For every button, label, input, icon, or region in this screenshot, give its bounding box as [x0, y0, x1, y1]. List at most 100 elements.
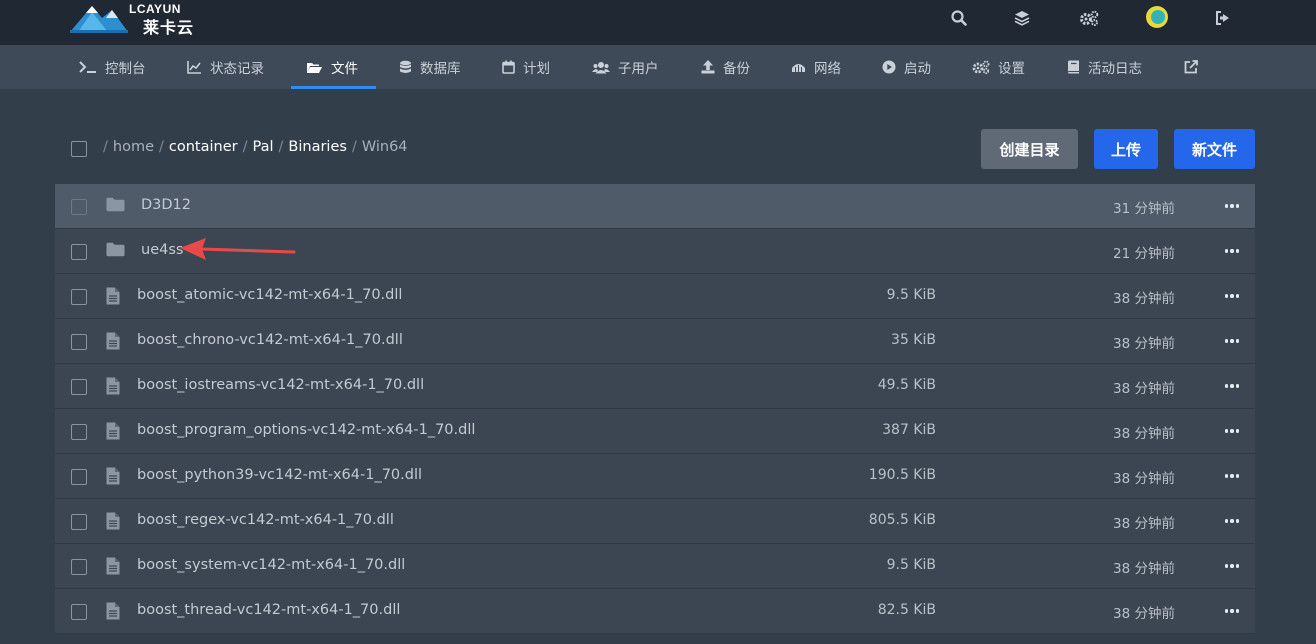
nav-item-subusers[interactable]: 子用户	[592, 45, 659, 89]
more-options-icon[interactable]	[1223, 602, 1241, 620]
upload-button[interactable]: 上传	[1094, 129, 1158, 169]
file-name[interactable]: boost_iostreams-vc142-mt-x64-1_70.dll	[137, 377, 424, 393]
modified-time: 38 分钟前	[1113, 426, 1175, 442]
file-name[interactable]: boost_program_options-vc142-mt-x64-1_70.…	[137, 422, 475, 438]
file-row[interactable]: boost_iostreams-vc142-mt-x64-1_70.dll 49.…	[55, 364, 1255, 409]
file-name[interactable]: boost_thread-vc142-mt-x64-1_70.dll	[137, 602, 400, 618]
nav-item-label: 活动日志	[1088, 61, 1142, 77]
nav-item-startup[interactable]: 启动	[882, 45, 931, 89]
nav-item-settings[interactable]: 设置	[972, 45, 1025, 89]
file-name[interactable]: boost_atomic-vc142-mt-x64-1_70.dll	[137, 287, 402, 303]
row-checkbox[interactable]	[71, 469, 87, 485]
row-checkbox[interactable]	[71, 379, 87, 395]
more-options-icon[interactable]	[1223, 512, 1241, 530]
file-row[interactable]: boost_system-vc142-mt-x64-1_70.dll 9.5 Ki…	[55, 544, 1255, 589]
nav-item-label: 状态记录	[210, 61, 264, 77]
more-options-icon[interactable]	[1223, 242, 1241, 260]
nav-item-schedule[interactable]: 计划	[502, 45, 550, 89]
cogs-icon[interactable]	[1078, 7, 1100, 29]
modified-time: 38 分钟前	[1113, 516, 1175, 532]
nav-item-activity-log[interactable]: 活动日志	[1067, 45, 1142, 89]
nav-item-database[interactable]: 数据库	[399, 45, 461, 89]
folder-open-icon	[307, 62, 322, 73]
file-icon	[106, 467, 120, 489]
layers-icon[interactable]	[1011, 7, 1033, 29]
file-size: 387 KiB	[882, 422, 936, 438]
file-row[interactable]: boost_chrono-vc142-mt-x64-1_70.dll 35 KiB…	[55, 319, 1255, 364]
more-options-icon[interactable]	[1223, 377, 1241, 395]
row-checkbox[interactable]	[71, 604, 87, 620]
users-icon	[592, 61, 610, 73]
modified-time: 38 分钟前	[1113, 381, 1175, 397]
more-options-icon[interactable]	[1223, 467, 1241, 485]
file-icon	[106, 557, 120, 579]
more-options-icon[interactable]	[1223, 422, 1241, 440]
modified-time: 31 分钟前	[1113, 201, 1175, 217]
file-row[interactable]: boost_python39-vc142-mt-x64-1_70.dll 190.…	[55, 454, 1255, 499]
folder-icon	[106, 242, 125, 261]
breadcrumb-segment-container[interactable]: container	[169, 139, 238, 155]
nav-item-status[interactable]: 状态记录	[187, 45, 264, 89]
file-name[interactable]: boost_system-vc142-mt-x64-1_70.dll	[137, 557, 405, 573]
modified-time: 38 分钟前	[1113, 471, 1175, 487]
breadcrumb: / home / container / Pal / Binaries / Win64	[103, 139, 408, 159]
breadcrumb-segment-home[interactable]: home	[113, 139, 154, 155]
file-size: 190.5 KiB	[868, 467, 936, 483]
more-options-icon[interactable]	[1223, 197, 1241, 215]
upload-icon	[701, 60, 715, 74]
nav-item-network[interactable]: 网络	[791, 45, 841, 89]
file-name[interactable]: boost_chrono-vc142-mt-x64-1_70.dll	[137, 332, 403, 348]
modified-time: 38 分钟前	[1113, 561, 1175, 577]
database-icon	[400, 60, 411, 73]
nav-item-external-link[interactable]	[1184, 45, 1206, 89]
nav-item-label: 控制台	[105, 61, 146, 77]
row-checkbox[interactable]	[71, 199, 87, 215]
calendar-icon	[502, 60, 515, 74]
breadcrumb-segment-binaries[interactable]: Binaries	[288, 139, 347, 155]
row-checkbox[interactable]	[71, 559, 87, 575]
brand-logo[interactable]: LCAYUN 莱卡云	[68, 0, 208, 40]
file-name[interactable]: boost_regex-vc142-mt-x64-1_70.dll	[137, 512, 394, 528]
modified-time: 21 分钟前	[1113, 246, 1175, 262]
new-file-button[interactable]: 新文件	[1174, 129, 1255, 169]
sign-out-icon[interactable]	[1212, 7, 1234, 29]
search-icon[interactable]	[948, 7, 970, 29]
file-icon	[106, 377, 120, 399]
nav-item-console[interactable]: 控制台	[79, 45, 146, 89]
file-icon	[106, 422, 120, 444]
more-options-icon[interactable]	[1223, 287, 1241, 305]
create-directory-button[interactable]: 创建目录	[981, 129, 1078, 169]
modified-time: 38 分钟前	[1113, 606, 1175, 622]
play-circle-icon	[882, 60, 896, 74]
breadcrumb-segment-pal[interactable]: Pal	[253, 139, 274, 155]
file-icon	[106, 512, 120, 534]
logo-text-cn: 莱卡云	[143, 18, 195, 37]
nav-item-label: 数据库	[420, 61, 461, 77]
logo-mountain-icon	[70, 6, 128, 33]
nav-item-backup[interactable]: 备份	[701, 45, 750, 89]
more-options-icon[interactable]	[1223, 332, 1241, 350]
row-checkbox[interactable]	[71, 289, 87, 305]
nav-item-label: 文件	[331, 61, 358, 77]
row-checkbox[interactable]	[71, 334, 87, 350]
network-icon	[792, 64, 805, 72]
select-all-checkbox[interactable]	[71, 141, 87, 157]
file-name[interactable]: boost_python39-vc142-mt-x64-1_70.dll	[137, 467, 422, 483]
file-size: 805.5 KiB	[868, 512, 936, 528]
row-checkbox[interactable]	[71, 424, 87, 440]
nav-item-files[interactable]: 文件	[306, 45, 358, 89]
file-row[interactable]: boost_thread-vc142-mt-x64-1_70.dll 82.5 K…	[55, 589, 1255, 634]
folder-name[interactable]: D3D12	[141, 197, 191, 213]
row-checkbox[interactable]	[71, 514, 87, 530]
annotation-arrow	[180, 238, 296, 260]
terminal-icon	[79, 61, 96, 73]
file-row[interactable]: boost_atomic-vc142-mt-x64-1_70.dll 9.5 Ki…	[55, 274, 1255, 319]
nav-item-label: 备份	[723, 61, 750, 77]
file-row[interactable]: boost_program_options-vc142-mt-x64-1_70.…	[55, 409, 1255, 454]
breadcrumb-separator: /	[103, 139, 108, 155]
user-avatar[interactable]	[1146, 6, 1168, 28]
folder-row[interactable]: D3D12 31 分钟前	[55, 184, 1255, 229]
file-row[interactable]: boost_regex-vc142-mt-x64-1_70.dll 805.5 K…	[55, 499, 1255, 544]
more-options-icon[interactable]	[1223, 557, 1241, 575]
row-checkbox[interactable]	[71, 244, 87, 260]
